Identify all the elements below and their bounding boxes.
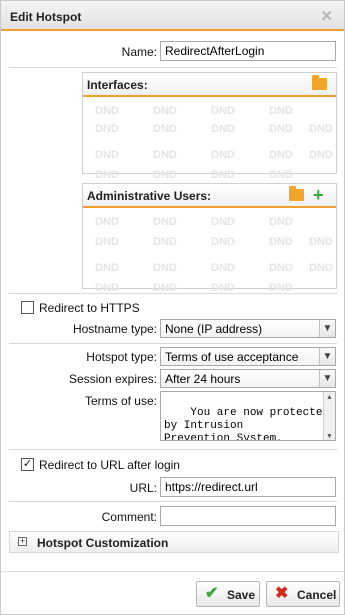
- cross-icon: ✖: [275, 585, 289, 602]
- dnd-placeholder: DND: [153, 105, 177, 117]
- dnd-placeholder: DND: [211, 216, 235, 228]
- session-expires-label: Session expires:: [68, 372, 157, 386]
- separator: [9, 501, 337, 502]
- dnd-placeholder: DND: [95, 262, 119, 274]
- redirect-url-checkbox[interactable]: ✓: [21, 458, 34, 471]
- dnd-placeholder: DND: [269, 236, 293, 248]
- hotspot-customization-title: Hotspot Customization: [37, 536, 169, 550]
- cancel-label: Cancel: [297, 588, 337, 602]
- cancel-button[interactable]: ✖ Cancel: [266, 581, 340, 607]
- dnd-placeholder: DND: [211, 105, 235, 117]
- admin-users-title: Administrative Users:: [87, 189, 212, 203]
- hostname-type-value: None (IP address): [165, 322, 263, 336]
- hotspot-type-value: Terms of use acceptance: [165, 350, 299, 364]
- separator: [9, 293, 337, 294]
- dnd-placeholder: DND: [153, 123, 177, 135]
- interfaces-title: Interfaces:: [87, 78, 148, 92]
- interfaces-header: Interfaces:: [83, 73, 336, 97]
- close-icon[interactable]: ✕: [320, 7, 333, 25]
- save-button[interactable]: ✔ Save: [196, 581, 260, 607]
- dnd-placeholder: DND: [309, 236, 333, 248]
- save-label: Save: [227, 588, 256, 602]
- hotspot-type-label: Hotspot type:: [86, 350, 157, 364]
- dnd-placeholder: DND: [95, 169, 119, 181]
- terms-of-use-text: You are now protected by Intrusion Preve…: [164, 407, 330, 441]
- terms-of-use-textarea[interactable]: You are now protected by Intrusion Preve…: [160, 391, 336, 441]
- dnd-placeholder: DND: [211, 236, 235, 248]
- hotspot-customization-section[interactable]: + Hotspot Customization: [9, 531, 339, 553]
- expand-plus-icon[interactable]: +: [18, 537, 27, 546]
- redirect-url-label: Redirect to URL after login: [39, 458, 180, 472]
- dnd-placeholder: DND: [95, 236, 119, 248]
- dnd-placeholder: DND: [211, 123, 235, 135]
- chevron-down-icon[interactable]: ▼: [319, 370, 335, 387]
- separator: [9, 449, 337, 450]
- hostname-type-select[interactable]: None (IP address) ▼: [160, 319, 336, 338]
- separator: [9, 343, 337, 344]
- url-label: URL:: [129, 481, 157, 495]
- name-input[interactable]: [160, 41, 336, 61]
- dnd-placeholder: DND: [269, 149, 293, 161]
- checkmark-icon: ✔: [205, 585, 219, 602]
- footer-separator: [1, 571, 344, 572]
- dnd-placeholder: DND: [269, 123, 293, 135]
- name-label: Name:: [121, 45, 157, 59]
- interfaces-listbox[interactable]: Interfaces: DND DND DND DND DND DND DND …: [82, 72, 337, 181]
- dnd-placeholder: DND: [269, 105, 293, 117]
- dialog-titlebar: Edit Hotspot ✕: [1, 1, 344, 31]
- admin-users-header: Administrative Users: +: [83, 184, 336, 208]
- dialog-title: Edit Hotspot: [10, 10, 82, 24]
- dnd-placeholder: DND: [95, 105, 119, 117]
- dnd-placeholder: DND: [95, 149, 119, 161]
- session-expires-value: After 24 hours: [165, 372, 241, 386]
- dnd-placeholder: DND: [153, 236, 177, 248]
- folder-icon[interactable]: [312, 75, 327, 90]
- dnd-placeholder: DND: [153, 262, 177, 274]
- plus-icon[interactable]: +: [313, 185, 324, 205]
- terms-of-use-label: Terms of use:: [84, 394, 157, 408]
- dnd-placeholder: DND: [309, 149, 333, 161]
- dnd-placeholder: DND: [211, 262, 235, 274]
- dnd-placeholder: DND: [269, 262, 293, 274]
- dnd-placeholder: DND: [309, 262, 333, 274]
- redirect-https-checkbox[interactable]: [21, 301, 34, 314]
- dnd-placeholder: DND: [309, 123, 333, 135]
- dnd-placeholder: DND: [153, 216, 177, 228]
- textarea-scrollbar[interactable]: ▲ ▼: [323, 392, 335, 440]
- dnd-placeholder: DND: [269, 216, 293, 228]
- hostname-type-label: Hostname type:: [72, 322, 157, 336]
- separator: [9, 67, 337, 68]
- session-expires-select[interactable]: After 24 hours ▼: [160, 369, 336, 388]
- dnd-placeholder: DND: [211, 169, 235, 181]
- dnd-placeholder: DND: [211, 149, 235, 161]
- comment-input[interactable]: [160, 506, 336, 526]
- redirect-https-label: Redirect to HTTPS: [39, 301, 140, 315]
- edit-hotspot-dialog: Edit Hotspot ✕ Name: Interfaces: DND DND…: [0, 0, 345, 615]
- dnd-placeholder: DND: [153, 149, 177, 161]
- chevron-down-icon[interactable]: ▼: [319, 348, 335, 365]
- dnd-placeholder: DND: [269, 169, 293, 181]
- dnd-placeholder: DND: [153, 169, 177, 181]
- dnd-placeholder: DND: [95, 123, 119, 135]
- folder-icon[interactable]: [289, 186, 304, 201]
- url-input[interactable]: [160, 477, 336, 497]
- chevron-down-icon[interactable]: ▼: [319, 320, 335, 337]
- comment-label: Comment:: [101, 510, 157, 524]
- dnd-placeholder: DND: [95, 216, 119, 228]
- hotspot-type-select[interactable]: Terms of use acceptance ▼: [160, 347, 336, 366]
- admin-users-listbox[interactable]: Administrative Users: + DND DND DND DND …: [82, 183, 337, 294]
